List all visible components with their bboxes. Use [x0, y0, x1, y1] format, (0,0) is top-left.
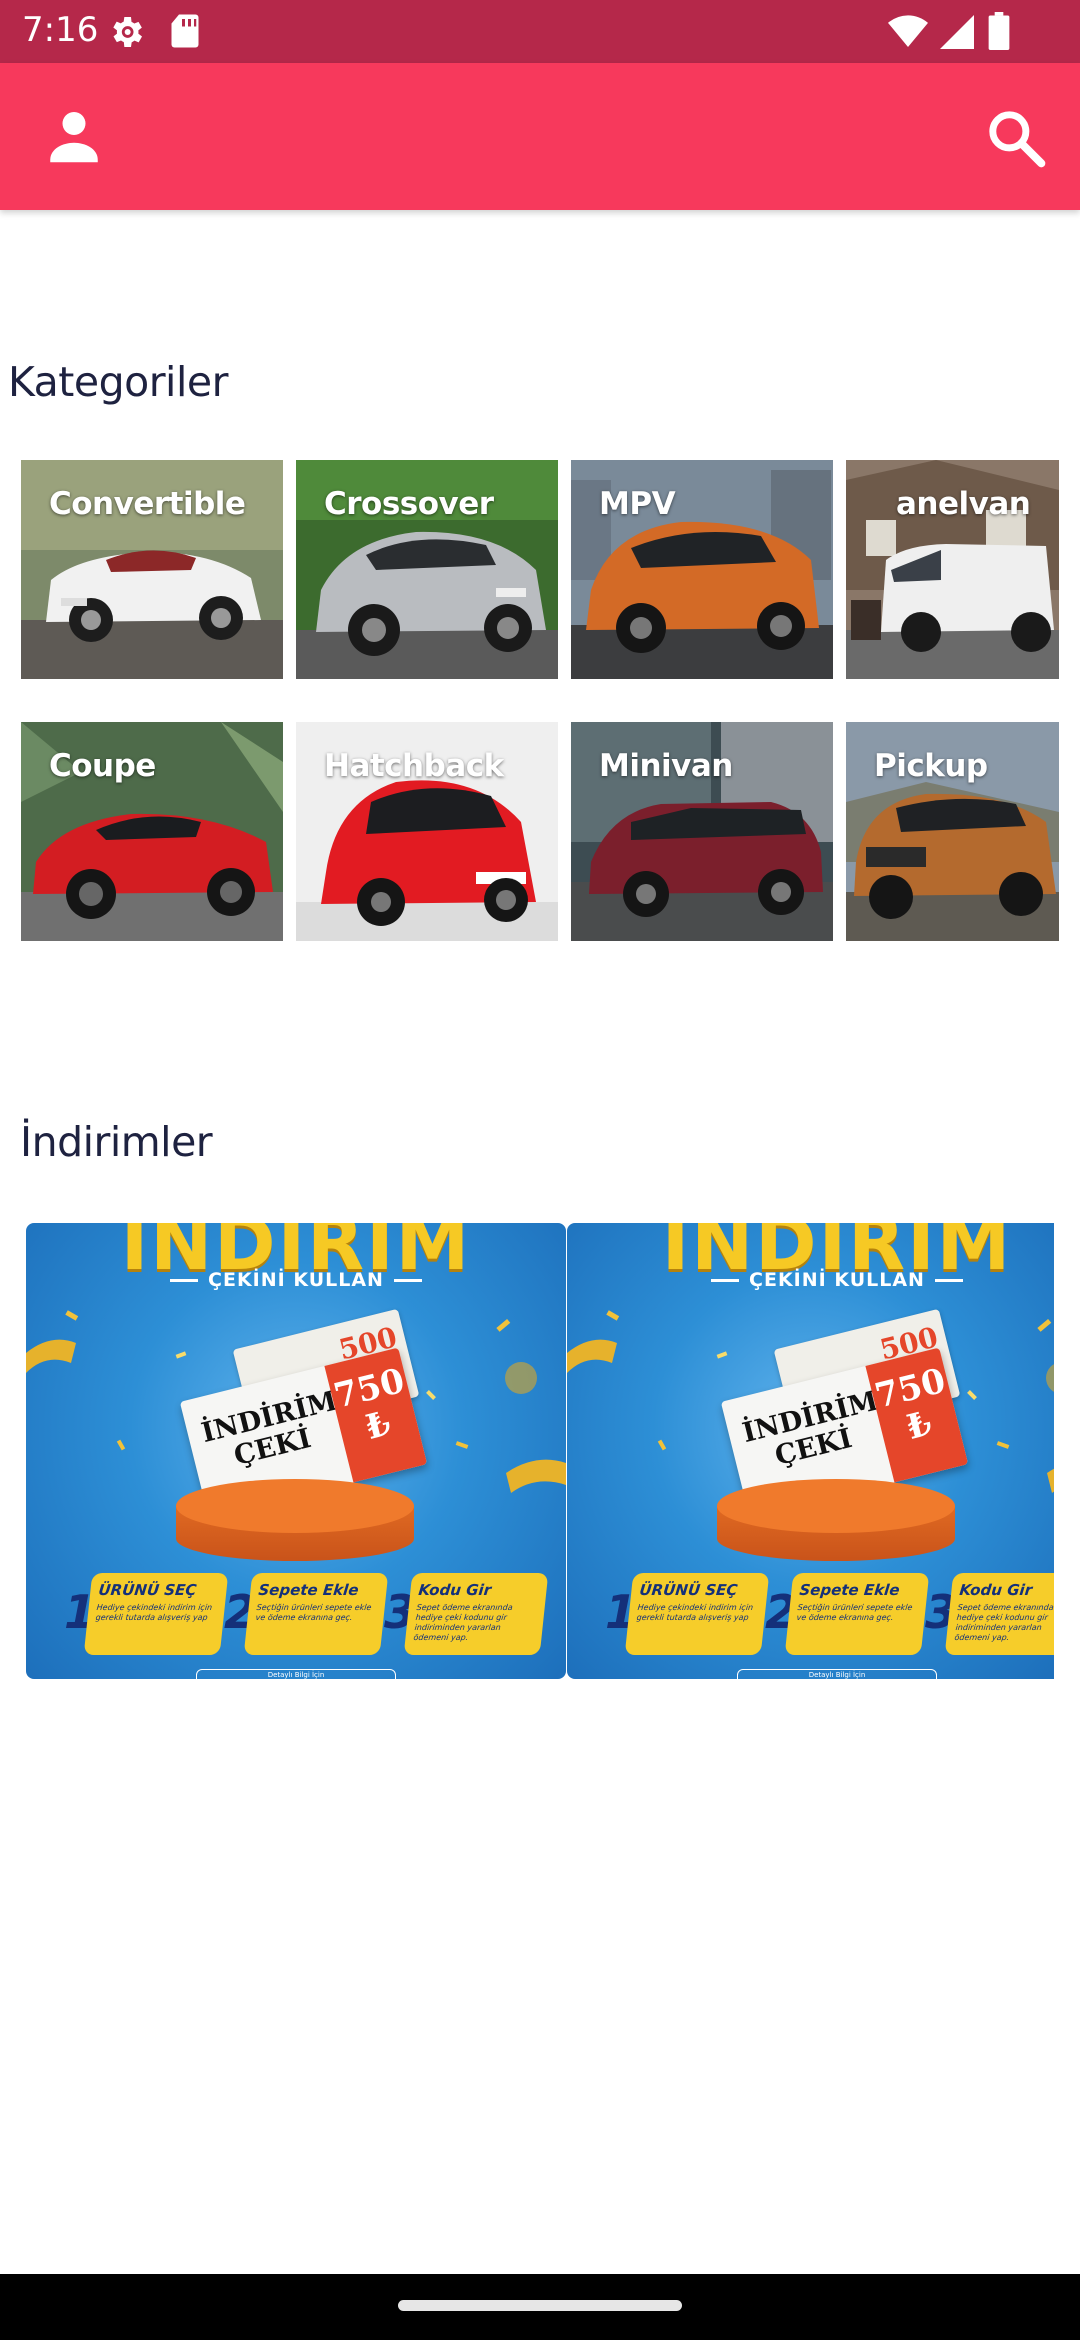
step-card: Kodu Gir Sepet ödeme ekranında hediye çe…: [944, 1573, 1054, 1655]
step-desc: Seçtiğin ürünleri sepete ekle ve ödeme e…: [796, 1603, 913, 1622]
details-tab: Detaylı Bilgi İçin: [737, 1669, 937, 1679]
step-card: ÜRÜNÜ SEÇ Hediye çekindeki indirim için …: [83, 1573, 229, 1655]
step-title: Kodu Gir: [958, 1581, 1034, 1599]
podium-top: [176, 1479, 414, 1533]
signal-icon: [940, 15, 974, 49]
battery-icon: [988, 12, 1010, 50]
category-convertible[interactable]: Convertible: [21, 460, 283, 679]
step-desc: Seçtiğin ürünleri sepete ekle ve ödeme e…: [255, 1603, 372, 1622]
category-label: anelvan: [896, 486, 1031, 522]
category-label: Coupe: [49, 748, 156, 784]
category-mpv[interactable]: MPV: [571, 460, 833, 679]
step-card: Kodu Gir Sepet ödeme ekranında hediye çe…: [403, 1573, 549, 1655]
category-minivan[interactable]: Minivan: [571, 722, 833, 941]
app-bar: [0, 63, 1080, 210]
navigation-bar: [0, 2274, 1080, 2340]
wifi-icon: [888, 15, 928, 48]
step-title: Kodu Gir: [417, 1581, 493, 1599]
discount-banner[interactable]: İNDİRİM ÇEKİNİ KULLAN 500 İNDİRİM ÇEKİ 7…: [567, 1223, 1054, 1679]
category-label: Hatchback: [324, 748, 504, 784]
details-tab: Detaylı Bilgi İçin: [196, 1669, 396, 1679]
category-label: Crossover: [324, 486, 494, 522]
categories-title: Kategoriler: [8, 358, 228, 406]
ticket-text: İNDİRİM ÇEKİ: [198, 1385, 341, 1472]
category-crossover[interactable]: Crossover: [296, 460, 558, 679]
podium-top: [717, 1479, 955, 1533]
banner-subtitle: ÇEKİNİ KULLAN: [26, 1269, 566, 1291]
person-icon[interactable]: [44, 106, 104, 166]
step-card: ÜRÜNÜ SEÇ Hediye çekindeki indirim için …: [624, 1573, 770, 1655]
sd-card-icon: [171, 14, 199, 48]
step-desc: Hediye çekindeki indirim için gerekli tu…: [636, 1603, 754, 1622]
step-card: Sepete Ekle Seçtiğin ürünleri sepete ekl…: [243, 1573, 389, 1655]
discount-banner[interactable]: İNDİRİM ÇEKİNİ KULLAN 500 İNDİRİM ÇEKİ 7…: [26, 1223, 566, 1679]
category-coupe[interactable]: Coupe: [21, 722, 283, 941]
home-indicator[interactable]: [398, 2300, 682, 2311]
step-desc: Sepet ödeme ekranında hediye çeki kodunu…: [413, 1603, 514, 1642]
category-hatchback[interactable]: Hatchback: [296, 722, 558, 941]
step-title: Sepete Ekle: [257, 1581, 360, 1599]
step-title: Sepete Ekle: [798, 1581, 901, 1599]
step-desc: Hediye çekindeki indirim için gerekli tu…: [95, 1603, 213, 1622]
category-label: Minivan: [599, 748, 733, 784]
discounts-title: İndirimler: [20, 1118, 213, 1166]
banner-subtitle: ÇEKİNİ KULLAN: [567, 1269, 1054, 1291]
category-panelvan[interactable]: anelvan: [846, 460, 1059, 679]
category-grid: Convertible Crossover MPV anelvan Coupe …: [21, 460, 1080, 942]
step-title: ÜRÜNÜ SEÇ: [638, 1581, 739, 1599]
category-label: Pickup: [874, 748, 988, 784]
step-desc: Sepet ödeme ekranında hediye çeki kodunu…: [954, 1603, 1054, 1642]
status-bar: 7:16: [0, 0, 1080, 63]
ticket-text: İNDİRİM ÇEKİ: [739, 1385, 882, 1472]
gear-icon: [113, 17, 142, 47]
search-icon[interactable]: [984, 106, 1048, 170]
step-title: ÜRÜNÜ SEÇ: [97, 1581, 198, 1599]
status-time: 7:16: [22, 10, 99, 50]
category-label: MPV: [599, 486, 676, 522]
step-card: Sepete Ekle Seçtiğin ürünleri sepete ekl…: [784, 1573, 930, 1655]
category-pickup[interactable]: Pickup: [846, 722, 1059, 941]
category-label: Convertible: [49, 486, 246, 522]
